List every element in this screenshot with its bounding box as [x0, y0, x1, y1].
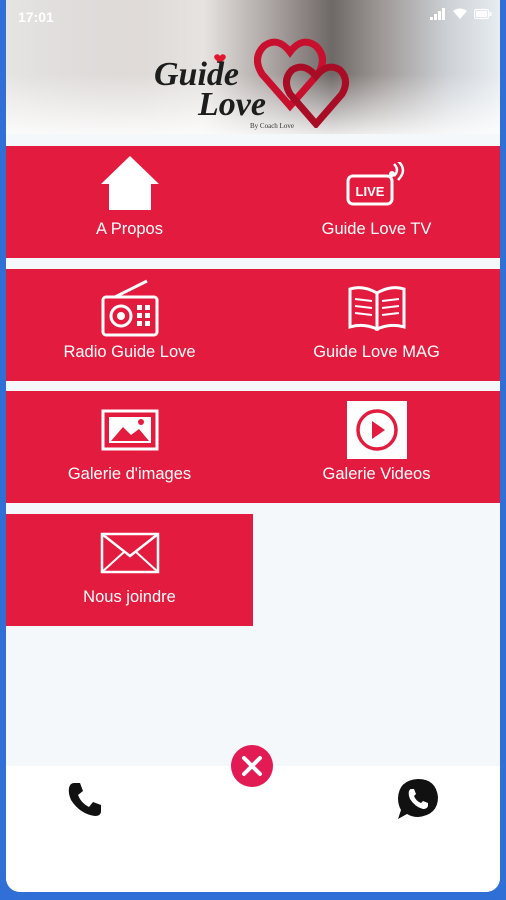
close-icon [242, 756, 262, 776]
radio-icon [101, 279, 158, 337]
menu-label: Guide Love MAG [313, 343, 440, 361]
status-bar: 17:01 [6, 0, 500, 32]
close-button[interactable] [231, 745, 273, 787]
menu-tile-galerie-videos[interactable]: Galerie Videos [253, 391, 500, 503]
app-screen: 17:01 Guide Love By Coach Love A Propos … [6, 0, 500, 892]
phone-call-button[interactable] [66, 780, 104, 823]
guide-love-logo: Guide Love By Coach Love [154, 36, 364, 132]
menu-label: A Propos [96, 220, 163, 238]
menu-tile-galerie-images[interactable]: Galerie d'images [6, 391, 253, 503]
play-video-icon [346, 401, 407, 459]
signal-icon [430, 8, 445, 20]
menu-label: Galerie Videos [322, 465, 431, 483]
battery-icon [474, 8, 492, 20]
menu-label: Nous joindre [83, 588, 176, 606]
menu-tile-guide-love-mag[interactable]: Guide Love MAG [253, 269, 500, 381]
phone-icon [68, 783, 101, 816]
menu-tile-guide-love-tv[interactable]: LIVE Guide Love TV [253, 146, 500, 258]
menu-tile-radio-guide-love[interactable]: Radio Guide Love [6, 269, 253, 381]
menu-tile-a-propos[interactable]: A Propos [6, 146, 253, 258]
home-icon [100, 156, 159, 210]
menu-label: Radio Guide Love [63, 343, 196, 361]
wifi-icon [453, 8, 467, 19]
double-heart-icon [254, 38, 349, 128]
live-badge: LIVE [355, 184, 384, 199]
open-book-icon [348, 286, 405, 331]
whatsapp-icon [398, 779, 438, 819]
whatsapp-button[interactable] [396, 777, 440, 826]
live-tv-icon: LIVE [346, 162, 404, 206]
image-icon [101, 409, 158, 451]
status-time: 17:01 [18, 9, 54, 25]
menu-label: Guide Love TV [321, 220, 432, 238]
menu-label: Galerie d'images [67, 465, 192, 483]
envelope-icon [100, 532, 159, 574]
menu-tile-nous-joindre[interactable]: Nous joindre [6, 514, 253, 626]
header-banner: 17:01 Guide Love By Coach Love [6, 0, 500, 134]
